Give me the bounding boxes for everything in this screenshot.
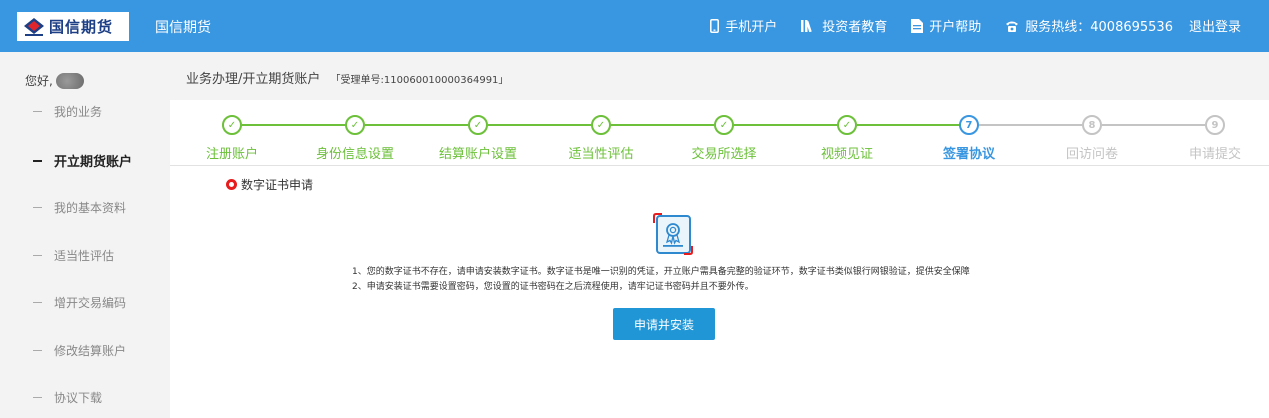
step-label: 签署协议 xyxy=(942,147,996,162)
phone-icon xyxy=(710,18,720,33)
step-marker: 7 xyxy=(959,115,979,135)
sidebar-item-open-account[interactable]: 开立期货账户 xyxy=(33,151,132,170)
dash-marker xyxy=(33,397,42,398)
breadcrumb-bar: 业务办理/开立期货账户 「受理单号:110060010000364991」 xyxy=(170,52,1269,100)
sidebar-item-label: 修改结算账户 xyxy=(54,344,127,358)
step-label: 注册账户 xyxy=(205,147,259,162)
dash-marker xyxy=(33,111,42,112)
step-connector xyxy=(734,124,837,126)
dash-marker xyxy=(33,159,42,162)
sidebar-item-label: 开立期货账户 xyxy=(54,155,133,170)
sidebar-item-agreement-download[interactable]: 协议下载 xyxy=(33,389,102,406)
progress-steps: ✓ 注册账户 ✓ 身份信息设置 ✓ 结算账户设置 ✓ 适当性评估 ✓ 交易所选择 ✓ 视频见证 7 签署协… xyxy=(170,100,1269,166)
sidebar-item-trading-code[interactable]: 增开交易编码 xyxy=(33,294,126,311)
step-label: 结算账户设置 xyxy=(438,147,518,162)
sidebar-item-my-business[interactable]: 我的业务 xyxy=(33,103,102,120)
step-connector xyxy=(242,124,345,126)
telephone-icon xyxy=(1005,20,1019,32)
step-label: 身份信息设置 xyxy=(315,147,395,162)
nav-label: 手机开户 xyxy=(725,20,778,35)
step-marker: ✓ xyxy=(837,115,857,135)
logo-mark-icon xyxy=(23,17,45,37)
greeting: 您好, xyxy=(25,72,84,89)
logo[interactable]: 国信期货 xyxy=(17,12,129,41)
nav-account-help[interactable]: 开户帮助 xyxy=(911,16,981,35)
nav-investor-education[interactable]: 投资者教育 xyxy=(801,16,887,35)
nav-service-hotline[interactable]: 服务热线：4008695536 xyxy=(1005,16,1173,35)
sidebar-item-settlement[interactable]: 修改结算账户 xyxy=(33,342,126,359)
sidebar-item-suitability[interactable]: 适当性评估 xyxy=(33,247,114,264)
sidebar-item-label: 我的业务 xyxy=(54,105,103,119)
step-label: 交易所选择 xyxy=(691,147,757,162)
sidebar-item-label: 协议下载 xyxy=(54,391,103,405)
apply-install-button[interactable]: 申请并安装 xyxy=(613,308,715,340)
ticket-number: 「受理单号:110060010000364991」 xyxy=(330,75,509,86)
note-line-1: 1、您的数字证书不存在，请申请安装数字证书。数字证书是唯一识别的凭证，开立账户需… xyxy=(352,267,970,277)
breadcrumb-path: 业务办理/开立期货账户 xyxy=(186,72,321,87)
greeting-text: 您好, xyxy=(25,74,53,88)
step-marker: 8 xyxy=(1082,115,1102,135)
dash-marker xyxy=(33,207,42,208)
logout-link[interactable]: 退出登录 xyxy=(1189,16,1241,35)
red-ring-icon xyxy=(226,179,237,190)
step-marker: 9 xyxy=(1205,115,1225,135)
breadcrumb: 业务办理/开立期货账户 「受理单号:110060010000364991」 xyxy=(186,68,508,87)
step-marker: ✓ xyxy=(591,115,611,135)
step-marker: ✓ xyxy=(468,115,488,135)
brand-name: 国信期货 xyxy=(155,20,211,36)
step-marker: ✓ xyxy=(345,115,365,135)
sidebar-item-label: 适当性评估 xyxy=(54,249,115,263)
section-title: 数字证书申请 xyxy=(226,176,313,193)
sidebar: 您好, 我的业务 开立期货账户 我的基本资料 适当性评估 增开交易编码 修改结算… xyxy=(0,52,170,418)
nav-label: 投资者教育 xyxy=(822,20,888,35)
step-label: 视频见证 xyxy=(820,147,874,162)
step-connector xyxy=(1102,124,1205,126)
note-line-2: 2、申请安装证书需要设置密码，您设置的证书密码在之后流程使用，请牢记证书密码并且… xyxy=(352,282,754,292)
step-connector xyxy=(488,124,591,126)
step-marker: ✓ xyxy=(714,115,734,135)
certificate-notes: 1、您的数字证书不存在，请申请安装数字证书。数字证书是唯一识别的凭证，开立账户需… xyxy=(352,265,970,295)
step-marker: ✓ xyxy=(222,115,242,135)
step-connector xyxy=(979,124,1082,126)
sidebar-item-label: 我的基本资料 xyxy=(54,201,127,215)
step-label: 申请提交 xyxy=(1188,147,1242,162)
dash-marker xyxy=(33,350,42,351)
books-icon xyxy=(801,19,816,32)
avatar xyxy=(55,72,84,89)
dash-marker xyxy=(33,255,42,256)
step-connector xyxy=(611,124,714,126)
top-header: 国信期货 国信期货 手机开户 投资者教育 开户帮助 服务热线：400869553 xyxy=(0,0,1269,52)
top-nav: 手机开户 投资者教育 开户帮助 服务热线：4008695536 退出登录 xyxy=(686,16,1241,35)
nav-label: 服务热线：4008695536 xyxy=(1025,20,1173,35)
nav-label: 开户帮助 xyxy=(929,20,982,35)
nav-mobile-account[interactable]: 手机开户 xyxy=(710,16,777,35)
certificate-icon xyxy=(653,213,693,259)
step-label: 适当性评估 xyxy=(568,147,634,162)
dash-marker xyxy=(33,302,42,303)
step-label: 回访问卷 xyxy=(1065,147,1119,162)
document-icon xyxy=(911,18,924,33)
step-connector xyxy=(857,124,959,126)
logo-text: 国信期货 xyxy=(49,18,114,36)
step-connector xyxy=(365,124,468,126)
sidebar-item-basic-info[interactable]: 我的基本资料 xyxy=(33,199,126,216)
section-title-text: 数字证书申请 xyxy=(241,178,314,192)
sidebar-item-label: 增开交易编码 xyxy=(54,296,127,310)
